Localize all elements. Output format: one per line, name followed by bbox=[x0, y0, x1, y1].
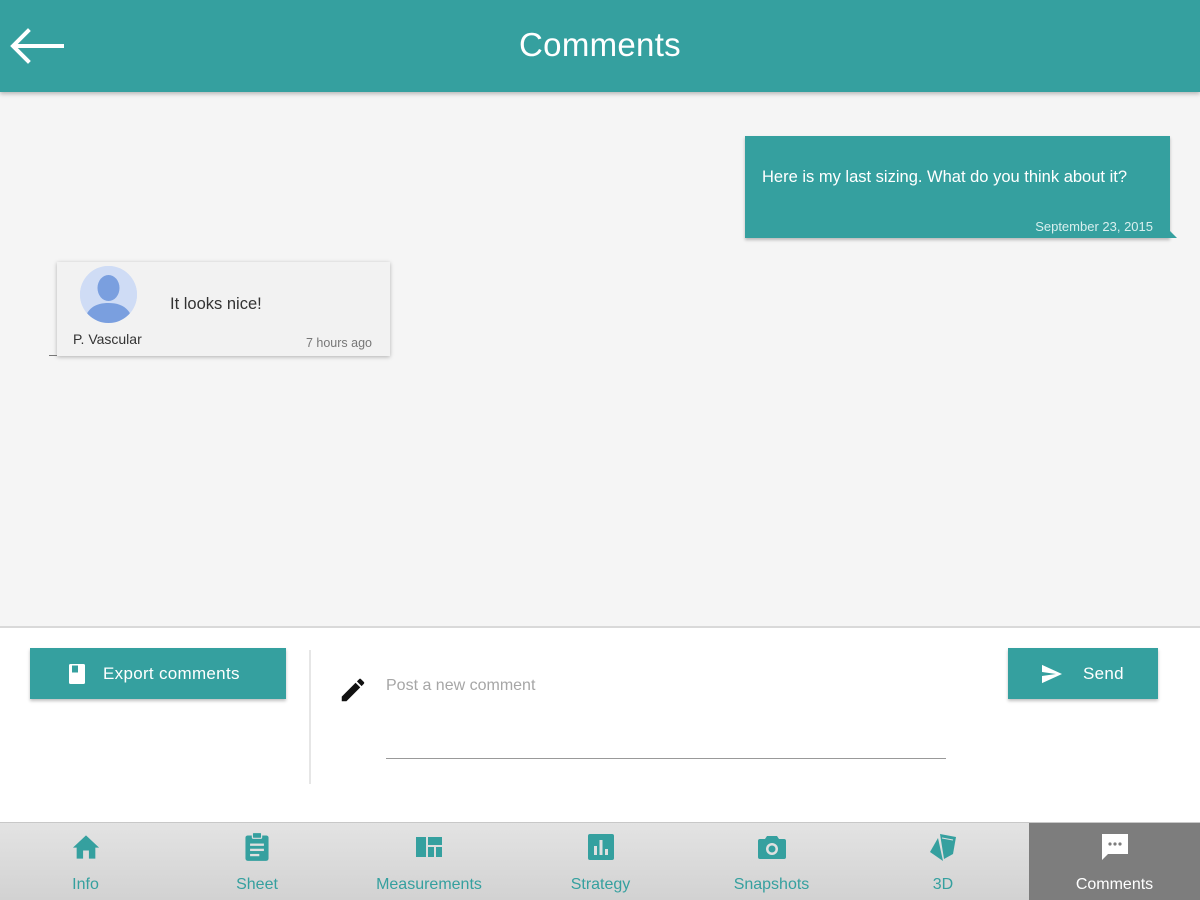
export-comments-button[interactable]: Export comments bbox=[30, 648, 286, 699]
camera-icon bbox=[756, 831, 788, 863]
incoming-comment-text: It looks nice! bbox=[170, 295, 262, 313]
app-bar: Comments bbox=[0, 0, 1200, 92]
person-avatar-icon bbox=[80, 266, 137, 323]
outgoing-comment-timestamp: September 23, 2015 bbox=[1035, 219, 1153, 234]
nav-label: Measurements bbox=[376, 876, 482, 893]
comment-author: P. Vascular bbox=[73, 331, 142, 347]
send-button[interactable]: Send bbox=[1008, 648, 1158, 699]
nav-item-sheet[interactable]: Sheet bbox=[171, 823, 343, 900]
bubble-tail bbox=[1169, 230, 1177, 238]
cards-3d-icon bbox=[927, 831, 959, 863]
outgoing-comment: Here is my last sizing. What do you thin… bbox=[745, 136, 1177, 238]
comment-thread: Here is my last sizing. What do you thin… bbox=[0, 92, 1200, 626]
bottom-navigation: Info Sheet Measurements Strategy Snapsho… bbox=[0, 822, 1200, 900]
page-title: Comments bbox=[519, 26, 681, 63]
send-label: Send bbox=[1083, 663, 1124, 683]
chat-icon bbox=[1099, 831, 1131, 863]
bar-chart-icon bbox=[585, 831, 617, 863]
comment-input[interactable] bbox=[386, 676, 946, 759]
nav-item-3d[interactable]: 3D bbox=[857, 823, 1029, 900]
nav-label: Comments bbox=[1075, 876, 1154, 893]
book-icon bbox=[65, 662, 89, 686]
nav-label: Snapshots bbox=[733, 876, 810, 893]
nav-label: Strategy bbox=[570, 876, 631, 893]
composer-divider bbox=[309, 650, 311, 784]
export-comments-label: Export comments bbox=[103, 663, 240, 683]
outgoing-comment-text: Here is my last sizing. What do you thin… bbox=[762, 168, 1127, 186]
comment-composer: Export comments Send bbox=[0, 626, 1200, 822]
incoming-comment: It looks nice! P. Vascular 7 hours ago bbox=[49, 262, 390, 356]
nav-item-measurements[interactable]: Measurements bbox=[343, 823, 515, 900]
nav-label: 3D bbox=[932, 876, 954, 893]
clipboard-icon bbox=[241, 831, 273, 863]
nav-label: Sheet bbox=[236, 876, 278, 893]
nav-label: Info bbox=[72, 876, 99, 893]
nav-item-strategy[interactable]: Strategy bbox=[515, 823, 686, 900]
bubble-tail bbox=[49, 355, 57, 356]
home-icon bbox=[70, 831, 102, 863]
nav-item-snapshots[interactable]: Snapshots bbox=[686, 823, 857, 900]
incoming-comment-timestamp: 7 hours ago bbox=[305, 336, 372, 350]
dashboard-icon bbox=[413, 831, 445, 863]
send-icon bbox=[1041, 662, 1065, 686]
nav-item-info[interactable]: Info bbox=[0, 823, 171, 900]
pencil-icon bbox=[338, 675, 368, 705]
nav-item-comments[interactable]: Comments bbox=[1029, 823, 1200, 900]
